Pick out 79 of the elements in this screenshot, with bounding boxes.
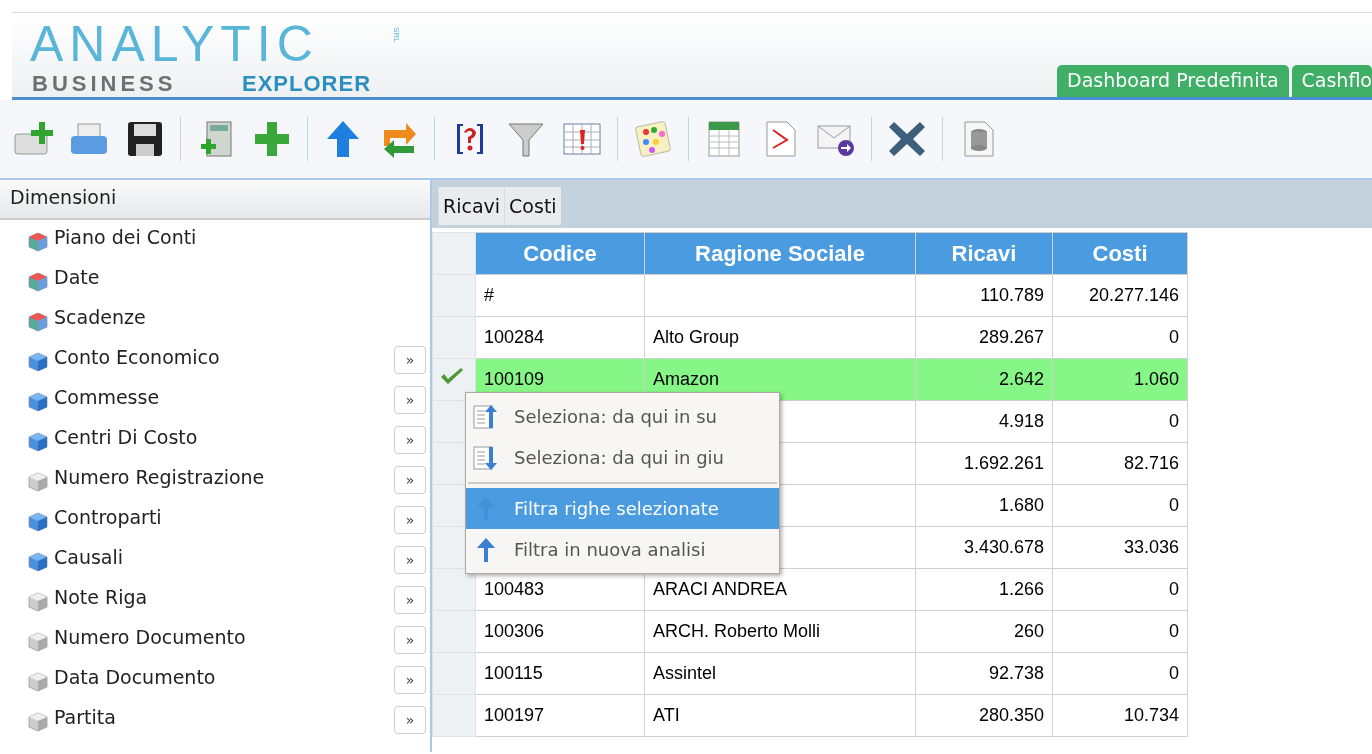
measure-button[interactable]: Ricavi xyxy=(438,187,505,225)
dimension-item[interactable]: Centri Di Costo xyxy=(54,426,390,448)
table-cell: 100197 xyxy=(475,694,645,737)
cube-icon xyxy=(26,270,50,294)
table-cell: ARCH. Roberto Molli xyxy=(644,610,916,653)
expand-button[interactable]: » xyxy=(394,626,426,654)
table-cell: 4.918 xyxy=(915,400,1053,443)
table-cell: # xyxy=(475,274,645,317)
cube-icon xyxy=(26,470,50,494)
dimension-item[interactable]: Note Riga xyxy=(54,586,390,608)
table-cell: 0 xyxy=(1052,400,1188,443)
table-cell: 33.036 xyxy=(1052,526,1188,569)
table-cell: 280.350 xyxy=(915,694,1053,737)
expand-button[interactable]: » xyxy=(394,386,426,414)
expand-button[interactable]: » xyxy=(394,586,426,614)
expand-button[interactable]: » xyxy=(394,706,426,734)
expand-button[interactable]: » xyxy=(394,466,426,494)
table-cell: 2.642 xyxy=(915,358,1053,401)
table-cell: 100284 xyxy=(475,316,645,359)
expand-button[interactable]: » xyxy=(394,346,426,374)
dimension-item[interactable]: Partita xyxy=(54,706,390,728)
table-cell: 1.060 xyxy=(1052,358,1188,401)
cube-icon xyxy=(26,590,50,614)
dimension-item[interactable]: Date xyxy=(54,266,430,288)
table-cell: 0 xyxy=(1052,568,1188,611)
table-cell: 92.738 xyxy=(915,652,1053,695)
check-icon xyxy=(439,367,465,387)
measure-button[interactable]: Costi xyxy=(504,187,561,225)
dimension-item[interactable]: Data Documento xyxy=(54,666,390,688)
cube-icon xyxy=(26,390,50,414)
table-cell: 260 xyxy=(915,610,1053,653)
table-cell: 0 xyxy=(1052,610,1188,653)
table-cell: 100115 xyxy=(475,652,645,695)
dimension-item[interactable]: Piano dei Conti xyxy=(54,226,430,248)
logo-title: ANALYTIC xyxy=(30,19,319,69)
expand-button[interactable]: » xyxy=(394,666,426,694)
cube-icon xyxy=(26,310,50,334)
cube-icon xyxy=(26,350,50,374)
table-cell: 10.734 xyxy=(1052,694,1188,737)
logo-subtitle: BUSINESS xyxy=(32,71,177,97)
menu-item[interactable]: Filtra in nuova analisi xyxy=(466,529,779,570)
cube-icon xyxy=(26,630,50,654)
table-cell: 3.430.678 xyxy=(915,526,1053,569)
panel-header: Dimensioni xyxy=(0,180,430,220)
dimension-item[interactable]: Conto Economico xyxy=(54,346,390,368)
dimension-item[interactable]: Commesse xyxy=(54,386,390,408)
expand-button[interactable]: » xyxy=(394,546,426,574)
dimension-item[interactable]: Scadenze xyxy=(54,306,430,328)
cube-icon xyxy=(26,710,50,734)
logo-suffix: SRL xyxy=(392,27,401,43)
table-cell: Alto Group xyxy=(644,316,916,359)
expand-button[interactable]: » xyxy=(394,506,426,534)
table-cell: Assintel xyxy=(644,652,916,695)
table-cell: 1.680 xyxy=(915,484,1053,527)
table-cell: 100306 xyxy=(475,610,645,653)
menu-item[interactable]: Seleziona: da qui in giu xyxy=(466,437,779,478)
table-cell: 1.266 xyxy=(915,568,1053,611)
table-cell: 289.267 xyxy=(915,316,1053,359)
expand-button[interactable]: » xyxy=(394,426,426,454)
logo-subtitle: EXPLORER xyxy=(242,71,372,97)
cube-icon xyxy=(26,430,50,454)
cube-icon xyxy=(26,550,50,574)
table-cell: 82.716 xyxy=(1052,442,1188,485)
table-cell: 20.277.146 xyxy=(1052,274,1188,317)
list-up-arrow-icon xyxy=(472,402,500,431)
list-down-arrow-icon xyxy=(472,443,500,472)
table-cell: 0 xyxy=(1052,484,1188,527)
table-cell: 0 xyxy=(1052,652,1188,695)
dimension-item[interactable]: Numero Documento xyxy=(54,626,390,648)
table-cell: 0 xyxy=(1052,316,1188,359)
dimension-item[interactable]: Controparti xyxy=(54,506,390,528)
cube-icon xyxy=(26,670,50,694)
table-cell: 110.789 xyxy=(915,274,1053,317)
table-cell: 1.692.261 xyxy=(915,442,1053,485)
table-cell: ATI xyxy=(644,694,916,737)
cube-icon xyxy=(26,510,50,534)
dimension-item[interactable]: Causali xyxy=(54,546,390,568)
dimension-item[interactable]: Numero Registrazione xyxy=(54,466,390,488)
cube-icon xyxy=(26,230,50,254)
